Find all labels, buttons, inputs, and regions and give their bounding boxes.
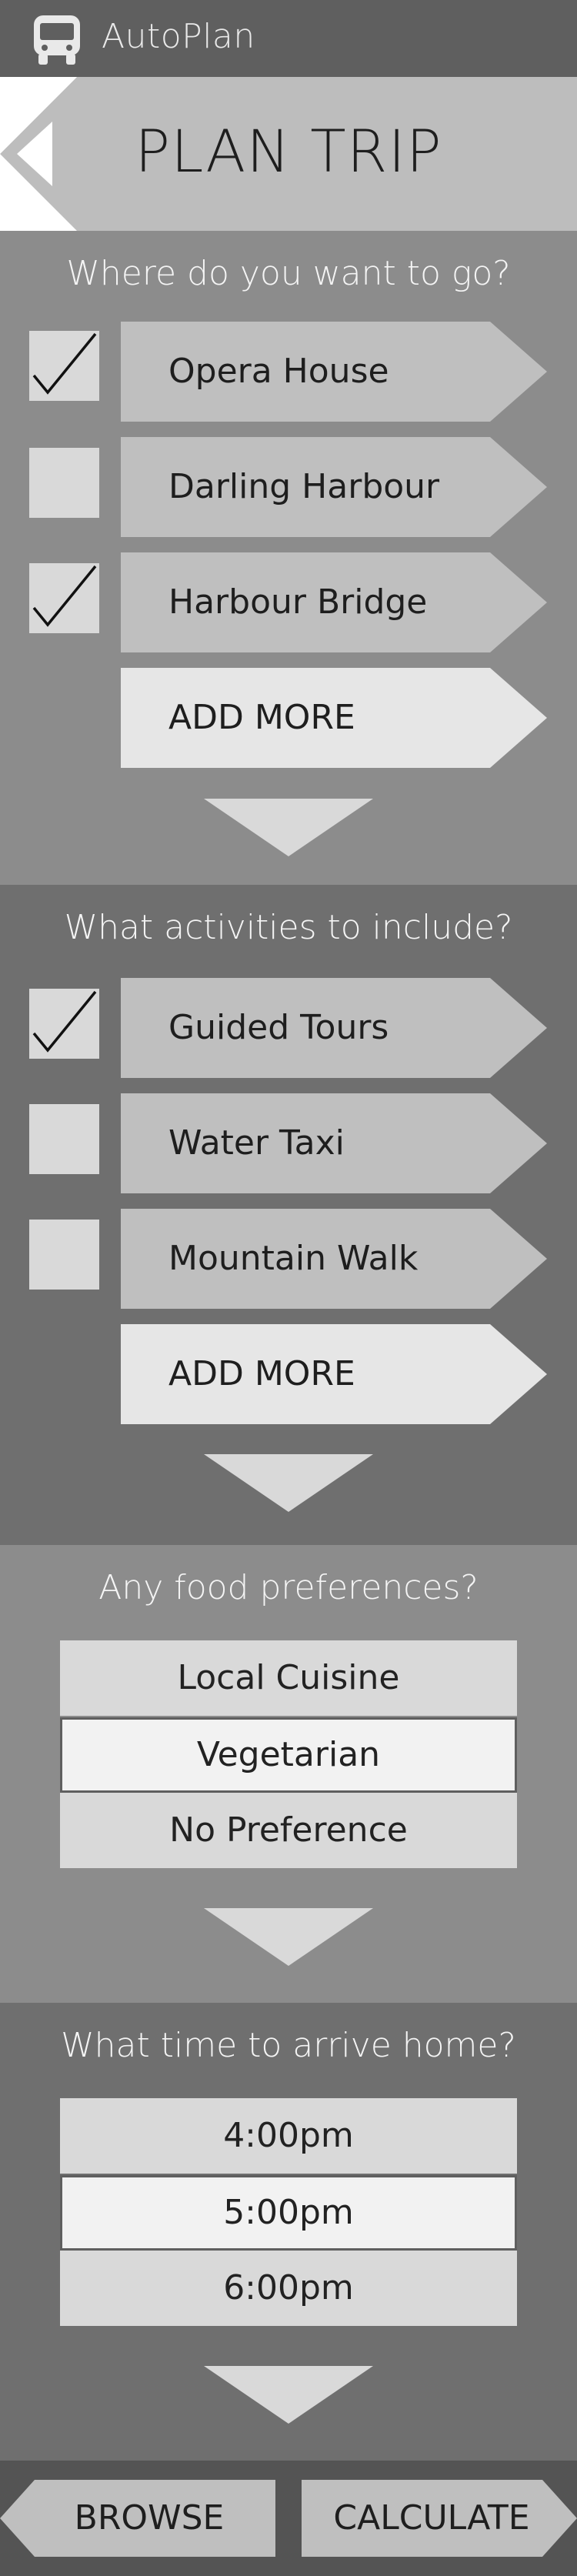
- expand-chevron-icon[interactable]: [204, 1908, 373, 1966]
- arrival-option[interactable]: 6:00pm: [60, 2251, 517, 2326]
- food-option-selected[interactable]: Vegetarian: [60, 1717, 517, 1793]
- arrival-option-selected[interactable]: 5:00pm: [60, 2175, 517, 2251]
- app-title: AutoPlan: [102, 17, 255, 56]
- destination-item[interactable]: Opera House: [121, 322, 547, 422]
- app-bar: AutoPlan: [0, 0, 577, 77]
- checkbox-darling-harbour[interactable]: [29, 448, 99, 518]
- food-option[interactable]: Local Cuisine: [60, 1640, 517, 1716]
- activity-item[interactable]: Guided Tours: [121, 978, 547, 1078]
- activity-item[interactable]: Mountain Walk: [121, 1209, 547, 1309]
- food-option[interactable]: No Preference: [60, 1793, 517, 1868]
- checkbox-opera-house[interactable]: [29, 331, 99, 401]
- activity-item[interactable]: Water Taxi: [121, 1093, 547, 1193]
- destinations-question: Where do you want to go?: [66, 254, 511, 293]
- footer-bar: BROWSE CALCULATE: [0, 2461, 577, 2576]
- page-header: PLAN TRIP: [0, 77, 577, 231]
- add-more-activities-button[interactable]: ADD MORE: [121, 1324, 547, 1424]
- browse-label: BROWSE: [74, 2498, 225, 2538]
- expand-chevron-icon[interactable]: [204, 2366, 373, 2424]
- calculate-button[interactable]: CALCULATE: [302, 2480, 577, 2557]
- calculate-label: CALCULATE: [333, 2498, 530, 2538]
- checkbox-guided-tours[interactable]: [29, 989, 99, 1059]
- activity-label: Guided Tours: [168, 1008, 389, 1047]
- arrival-option[interactable]: 4:00pm: [60, 2098, 517, 2174]
- add-more-label: ADD MORE: [168, 698, 355, 737]
- destination-item[interactable]: Darling Harbour: [121, 437, 547, 537]
- destination-item[interactable]: Harbour Bridge: [121, 552, 547, 652]
- expand-chevron-icon[interactable]: [204, 799, 373, 856]
- destination-label: Harbour Bridge: [168, 582, 428, 622]
- checkmark-icon: [32, 332, 97, 395]
- add-more-destinations-button[interactable]: ADD MORE: [121, 668, 547, 768]
- checkbox-water-taxi[interactable]: [29, 1104, 99, 1174]
- page-title: PLAN TRIP: [135, 117, 442, 185]
- destination-label: Darling Harbour: [168, 467, 440, 506]
- activity-label: Water Taxi: [168, 1123, 345, 1163]
- browse-button[interactable]: BROWSE: [0, 2480, 275, 2557]
- destination-label: Opera House: [168, 352, 389, 391]
- destinations-section: Where do you want to go? Opera House Dar…: [0, 231, 577, 885]
- checkbox-harbour-bridge[interactable]: [29, 563, 99, 633]
- bus-icon: [34, 15, 80, 65]
- activities-question: What activities to include?: [64, 908, 513, 947]
- arrival-section: What time to arrive home? 4:00pm 5:00pm …: [0, 2003, 577, 2461]
- checkmark-icon: [32, 990, 97, 1053]
- arrival-question: What time to arrive home?: [61, 2026, 516, 2065]
- add-more-label: ADD MORE: [168, 1354, 355, 1393]
- checkmark-icon: [32, 565, 97, 627]
- food-question: Any food preferences?: [98, 1568, 479, 1607]
- activity-label: Mountain Walk: [168, 1239, 419, 1278]
- checkbox-mountain-walk[interactable]: [29, 1220, 99, 1290]
- expand-chevron-icon[interactable]: [204, 1454, 373, 1512]
- food-section: Any food preferences? Local Cuisine Vege…: [0, 1545, 577, 2003]
- activities-section: What activities to include? Guided Tours…: [0, 885, 577, 1545]
